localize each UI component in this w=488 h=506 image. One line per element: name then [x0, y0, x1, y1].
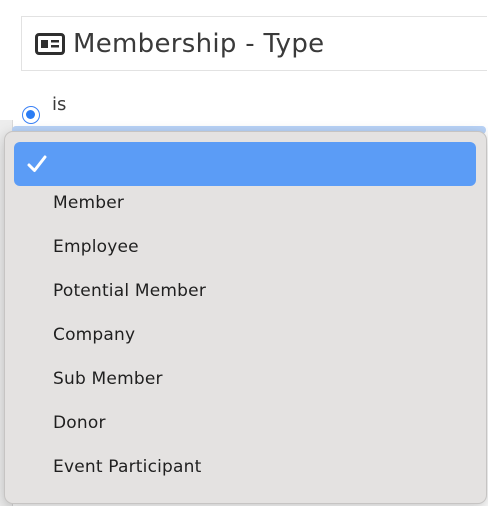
- operator-label: is: [52, 94, 67, 115]
- field-title-box: Membership - Type: [21, 16, 487, 71]
- membership-type-dropdown[interactable]: Member Employee Potential Member Company…: [4, 131, 487, 504]
- field-title: Membership - Type: [73, 28, 325, 59]
- operator-radio[interactable]: [22, 106, 40, 124]
- dropdown-option-blank[interactable]: [14, 142, 476, 186]
- dropdown-option-donor[interactable]: Donor: [14, 401, 476, 445]
- dropdown-option-company[interactable]: Company: [14, 313, 476, 357]
- dropdown-option-potential-member[interactable]: Potential Member: [14, 269, 476, 313]
- dropdown-option-sub-member[interactable]: Sub Member: [14, 357, 476, 401]
- operator-row[interactable]: is: [22, 94, 66, 124]
- dropdown-option-member[interactable]: Member: [14, 181, 476, 225]
- dropdown-option-event-participant[interactable]: Event Participant: [14, 445, 476, 489]
- id-card-icon: [35, 32, 65, 55]
- checkmark-icon: [26, 153, 48, 175]
- dropdown-option-employee[interactable]: Employee: [14, 225, 476, 269]
